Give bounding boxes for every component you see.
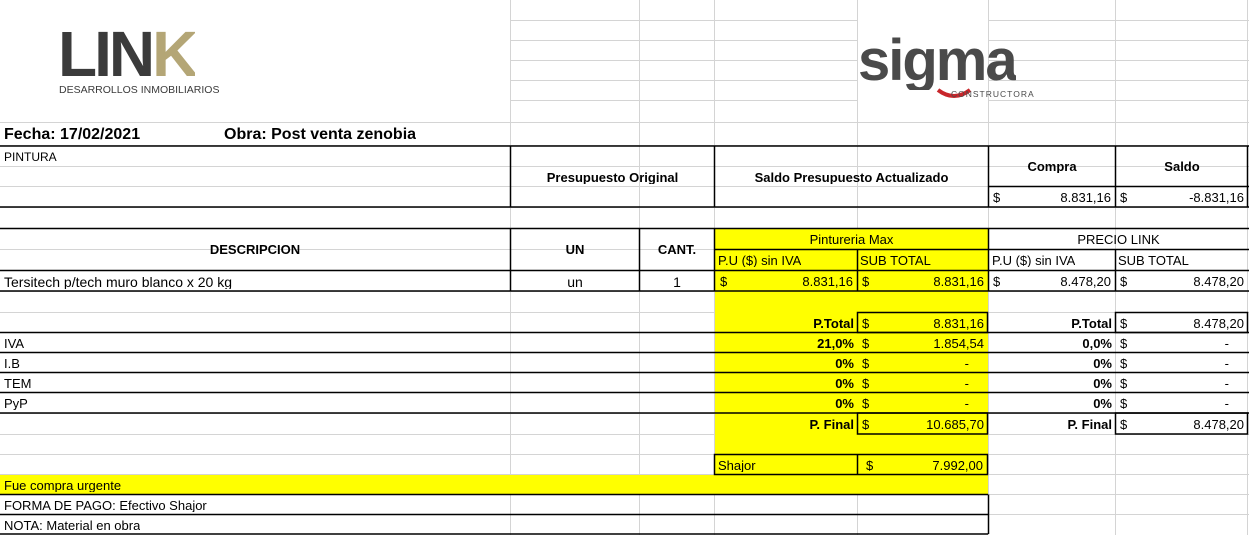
table-borders	[0, 145, 1249, 535]
